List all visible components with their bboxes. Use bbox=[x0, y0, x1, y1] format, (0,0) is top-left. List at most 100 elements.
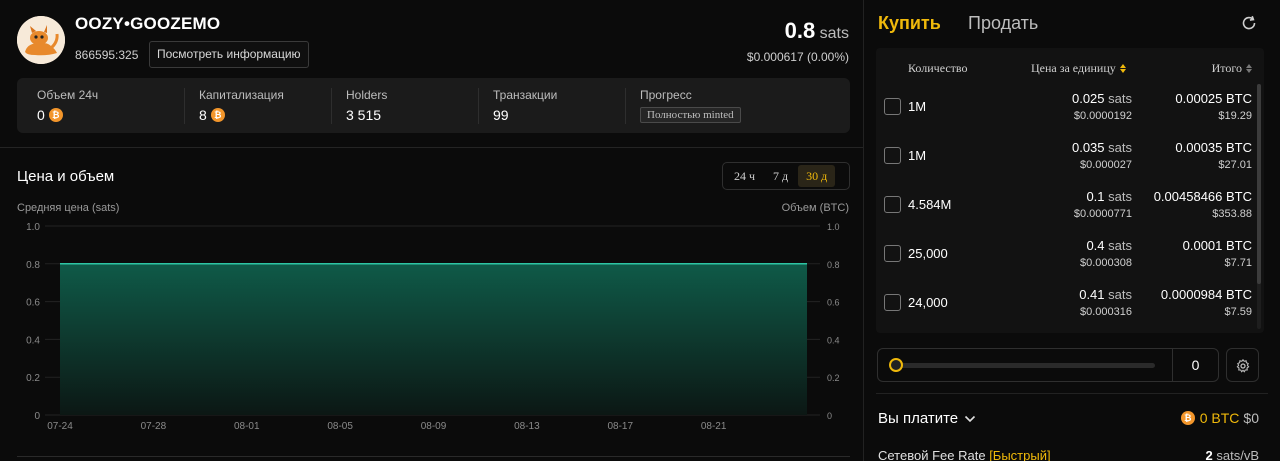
column-header-total[interactable]: Итого bbox=[1212, 61, 1252, 76]
sats-unit: sats bbox=[1108, 287, 1132, 302]
stat-transactions: Транзакции 99 bbox=[493, 88, 557, 123]
right-axis-label: Объем (BTC) bbox=[781, 202, 849, 214]
stat-label: Транзакции bbox=[493, 88, 558, 102]
price-unit: sats bbox=[819, 25, 849, 42]
y2-tick-label: 0.4 bbox=[827, 335, 840, 345]
stat-volume-24h: Объем 24ч 0 ₿ bbox=[37, 88, 98, 123]
stat-label: Объем 24ч bbox=[37, 88, 99, 102]
order-quantity: 4.584M bbox=[908, 197, 952, 212]
fee-number: 2 bbox=[1205, 448, 1213, 461]
gear-icon bbox=[1236, 359, 1250, 373]
y2-tick-label: 1.0 bbox=[827, 222, 840, 232]
tab-sell[interactable]: Продать bbox=[968, 13, 1038, 34]
order-quantity: 1M bbox=[908, 99, 927, 114]
total-btc: 0.0001 BTC bbox=[1182, 238, 1252, 253]
column-header-unit-price[interactable]: Цена за единицу bbox=[1031, 61, 1126, 76]
x-tick-label: 07-24 bbox=[47, 421, 73, 432]
order-quantity: 25,000 bbox=[908, 246, 948, 261]
refresh-icon[interactable] bbox=[1240, 14, 1258, 32]
total-usd: $27.01 bbox=[1218, 159, 1252, 171]
bitcoin-icon: ₿ bbox=[210, 108, 225, 122]
stat-label: Holders bbox=[346, 88, 388, 102]
order-checkbox[interactable] bbox=[884, 147, 901, 164]
price-value: 0.8 bbox=[784, 18, 816, 43]
order-unit-price: 0.41 sats $0.000316 bbox=[1079, 287, 1132, 318]
range-24h-button[interactable]: 24 ч bbox=[726, 165, 763, 187]
token-panel: OOZY•GOOZEMO 866595:325 Посмотреть инфор… bbox=[0, 0, 864, 461]
order-row[interactable]: 24,000 0.41 sats $0.000316 0.0000984 BTC $7.… bbox=[876, 284, 1256, 333]
y2-tick-label: 0.8 bbox=[827, 260, 840, 270]
order-row[interactable]: 25,000 0.4 sats $0.000308 0.0001 BTC $7.71 bbox=[876, 235, 1256, 284]
order-row[interactable]: 4.584M 0.1 sats $0.0000771 0.00458466 BTC $3… bbox=[876, 186, 1256, 235]
order-checkbox[interactable] bbox=[884, 245, 901, 262]
order-unit-price: 0.4 sats $0.000308 bbox=[1080, 238, 1132, 269]
range-30d-button[interactable]: 30 д bbox=[798, 165, 836, 187]
column-header-quantity: Количество bbox=[908, 61, 967, 76]
minted-badge: Полностью minted bbox=[640, 107, 741, 123]
sort-icon bbox=[1246, 64, 1252, 73]
y-tick-label: 0 bbox=[34, 411, 40, 422]
order-checkbox[interactable] bbox=[884, 294, 901, 311]
token-price: 0.8 sats bbox=[785, 18, 849, 44]
x-tick-label: 07-28 bbox=[141, 421, 167, 432]
quantity-slider-knob[interactable] bbox=[889, 358, 903, 372]
quantity-input[interactable]: 0 bbox=[1173, 349, 1218, 381]
unit-price-sats: 0.025 bbox=[1071, 91, 1105, 106]
order-total: 0.00035 BTC $27.01 bbox=[1175, 140, 1252, 171]
y-tick-label: 0.6 bbox=[26, 298, 40, 309]
stat-value: 3 515 bbox=[346, 107, 382, 123]
order-row[interactable]: 1M 0.025 sats $0.0000192 0.00025 BTC $19.29 bbox=[876, 88, 1256, 137]
x-tick-label: 08-21 bbox=[701, 421, 727, 432]
x-tick-label: 08-13 bbox=[514, 421, 540, 432]
order-total: 0.0000984 BTC $7.59 bbox=[1161, 287, 1252, 318]
y-tick-label: 0.2 bbox=[26, 373, 40, 384]
unit-price-usd: $0.0000192 bbox=[1073, 110, 1132, 122]
fee-unit: sats/vB bbox=[1216, 448, 1259, 461]
column-label: Итого bbox=[1211, 61, 1242, 75]
price-area-fill bbox=[60, 263, 807, 415]
chart-title: Цена и объем bbox=[17, 168, 115, 185]
x-tick-label: 08-05 bbox=[327, 421, 353, 432]
token-avatar bbox=[17, 16, 65, 64]
token-id: 866595:325 bbox=[75, 48, 139, 62]
quantity-slider-track[interactable] bbox=[895, 363, 1155, 368]
you-pay-toggle[interactable]: Вы платите bbox=[878, 410, 976, 427]
order-checkbox[interactable] bbox=[884, 196, 901, 213]
order-row[interactable]: 1M 0.035 sats $0.000027 0.00035 BTC $27.01 bbox=[876, 137, 1256, 186]
settings-button[interactable] bbox=[1226, 348, 1259, 382]
you-pay-label: Вы платите bbox=[878, 410, 959, 427]
total-btc: 0.00035 BTC bbox=[1175, 140, 1252, 155]
fee-label-text: Сетевой Fee Rate bbox=[878, 448, 986, 461]
stat-divider bbox=[331, 88, 332, 124]
unit-price-sats: 0.035 bbox=[1071, 140, 1105, 155]
quantity-slider-box: 0 bbox=[877, 348, 1219, 382]
sats-unit: sats bbox=[1108, 238, 1132, 253]
total-usd: $19.29 bbox=[1218, 110, 1252, 122]
fee-speed-selector[interactable]: [Быстрый] bbox=[989, 448, 1050, 461]
sats-unit: sats bbox=[1108, 140, 1132, 155]
order-unit-price: 0.1 sats $0.0000771 bbox=[1074, 189, 1132, 220]
y-tick-label: 1.0 bbox=[26, 222, 40, 233]
sort-icon bbox=[1119, 64, 1126, 73]
stat-progress: Прогресс Полностью minted bbox=[640, 88, 741, 123]
you-pay-amount: ₿ 0 BTC $0 bbox=[1180, 410, 1259, 426]
order-checkbox[interactable] bbox=[884, 98, 901, 115]
scrollbar-thumb[interactable] bbox=[1257, 84, 1261, 284]
order-list: Количество Цена за единицу Итого 1M 0.025… bbox=[876, 48, 1264, 333]
section-divider bbox=[17, 456, 850, 457]
x-tick-label: 08-17 bbox=[607, 421, 633, 432]
token-name: OOZY•GOOZEMO bbox=[75, 14, 221, 33]
time-range-selector: 24 ч 7 д 30 д bbox=[722, 162, 850, 190]
stat-divider bbox=[478, 88, 479, 124]
tab-buy[interactable]: Купить bbox=[878, 13, 941, 34]
stat-label: Прогресс bbox=[640, 88, 692, 102]
column-label: Количество bbox=[908, 61, 968, 75]
total-btc: 0.00025 BTC bbox=[1175, 91, 1252, 106]
stat-label: Капитализация bbox=[199, 88, 284, 102]
total-usd: $7.71 bbox=[1224, 257, 1252, 269]
stats-bar: Объем 24ч 0 ₿ Капитализация 8 ₿ Holders 3 … bbox=[17, 78, 850, 133]
range-7d-button[interactable]: 7 д bbox=[765, 165, 796, 187]
view-info-button[interactable]: Посмотреть информацию bbox=[149, 41, 309, 68]
bitcoin-icon: ₿ bbox=[48, 108, 63, 122]
section-divider bbox=[0, 147, 864, 148]
